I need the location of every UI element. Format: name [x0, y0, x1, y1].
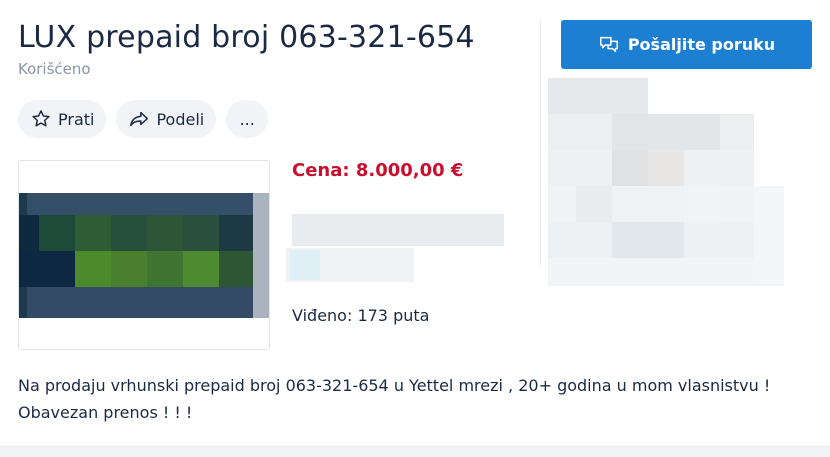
price-label: Cena: 8.000,00 €: [292, 160, 464, 181]
action-bar: Prati Podeli ...: [18, 100, 269, 138]
redacted-info-3: [290, 250, 320, 280]
listing-description: Na prodaju vrhunski prepaid broj 063-321…: [18, 372, 808, 426]
listing-title: LUX prepaid broj 063-321-654: [18, 20, 475, 55]
condition-label: Korišćeno: [18, 60, 91, 78]
send-message-button[interactable]: Pošaljite poruku: [561, 20, 812, 69]
redacted-info: [292, 214, 504, 246]
section-divider: [0, 446, 830, 457]
star-icon: [30, 108, 52, 130]
share-button[interactable]: Podeli: [116, 100, 217, 138]
send-message-label: Pošaljite poruku: [627, 35, 776, 54]
chat-bubbles-icon: [598, 34, 620, 56]
description-line-2: Obavezan prenos ! ! !: [18, 403, 193, 422]
view-count: Viđeno: 173 puta: [292, 306, 430, 325]
more-options-button[interactable]: ...: [226, 100, 269, 138]
listing-page: LUX prepaid broj 063-321-654 Korišćeno P…: [0, 0, 830, 457]
description-line-1: Na prodaju vrhunski prepaid broj 063-321…: [18, 376, 771, 395]
share-label: Podeli: [156, 109, 205, 129]
follow-button[interactable]: Prati: [18, 100, 107, 138]
listing-image[interactable]: [18, 160, 270, 350]
share-arrow-icon: [128, 108, 150, 130]
follow-label: Prati: [58, 109, 95, 129]
column-divider: [540, 20, 541, 265]
more-label: ...: [239, 109, 255, 129]
